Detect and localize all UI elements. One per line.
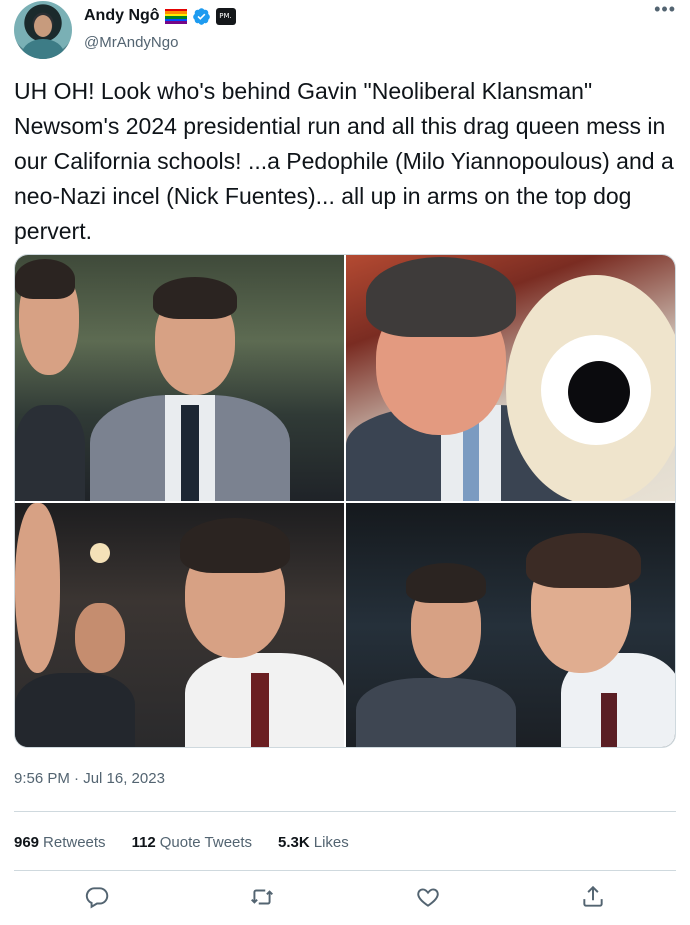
likes-stat[interactable]: 5.3K Likes [278,834,349,851]
photo-4[interactable] [346,503,675,747]
photo-3[interactable] [15,503,344,747]
display-name[interactable]: Andy Ngô [84,7,160,25]
more-options-icon[interactable]: ••• [654,0,676,18]
divider [14,870,676,871]
reply-icon[interactable] [84,884,110,910]
divider [14,811,676,812]
tweet-actions [14,884,676,910]
like-icon[interactable] [415,884,441,910]
retweet-icon[interactable] [249,884,275,910]
tweet-header: Andy Ngô PM. @MrAndyNgo ••• [14,0,676,64]
affiliate-badge-icon[interactable]: PM. [215,7,236,25]
quote-tweets-stat[interactable]: 112 Quote Tweets [132,834,252,851]
retweets-stat[interactable]: 969 Retweets [14,834,106,851]
verified-badge-icon [192,7,210,25]
tweet-text: UH OH! Look who's behind Gavin "Neoliber… [14,78,674,244]
tweet-stats: 969 Retweets 112 Quote Tweets 5.3K Likes [14,834,349,851]
avatar[interactable] [14,1,72,59]
photo-1[interactable] [15,255,344,501]
author-name-row: Andy Ngô PM. [84,6,236,26]
share-icon[interactable] [580,884,606,910]
media-grid[interactable] [14,254,676,748]
photo-2[interactable] [346,255,675,501]
pride-flag-icon [164,8,187,24]
tweet-timestamp[interactable]: 9:56 PM · Jul 16, 2023 [14,770,165,787]
author-handle[interactable]: @MrAndyNgo [84,34,178,51]
